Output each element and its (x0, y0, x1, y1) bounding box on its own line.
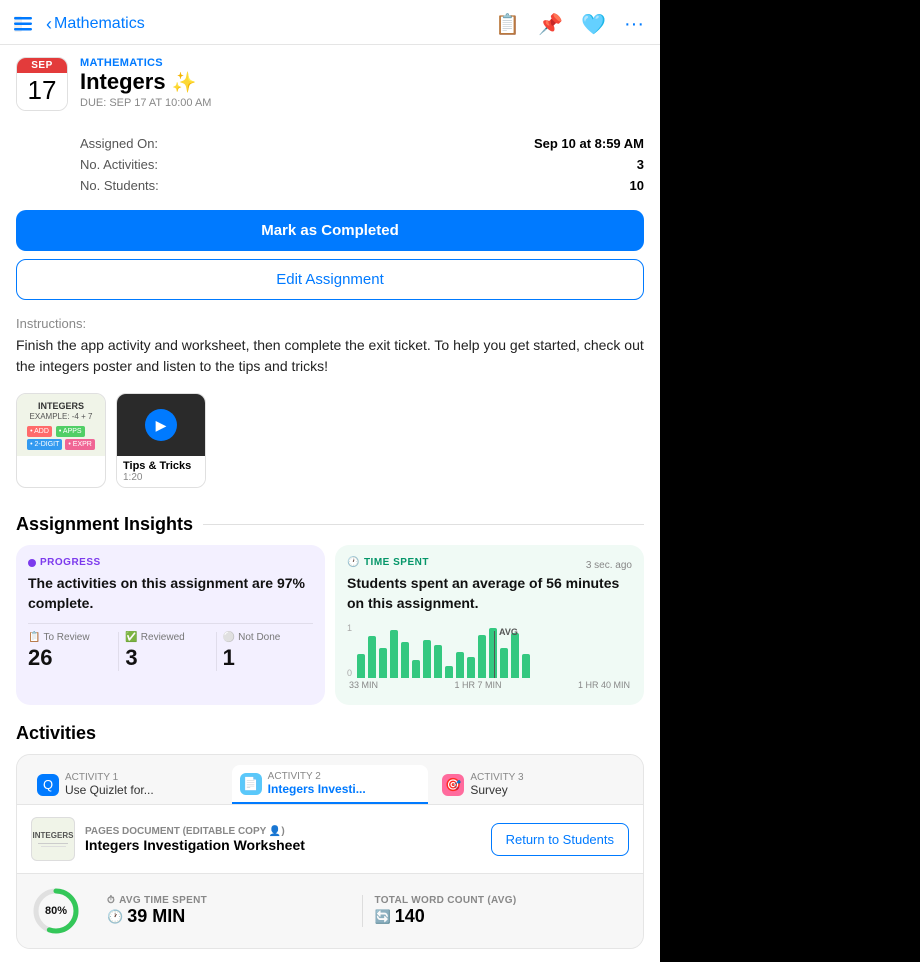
calendar-icon: SEP 17 (16, 57, 68, 111)
doc-name: Integers Investigation Worksheet (85, 837, 481, 853)
meta-info: Assigned On: Sep 10 at 8:59 AM No. Activ… (64, 123, 660, 202)
time-badge: 🕐 TIME SPENT (347, 557, 429, 568)
pages-icon: 📄 (240, 773, 262, 795)
not-done-stat: ⚪ Not Done 1 (217, 632, 313, 671)
progress-stats: 📋 To Review 26 ✅ Reviewed 3 ⚪ Not Done (28, 623, 313, 671)
students-row: No. Students: 10 (80, 175, 644, 196)
back-label: Mathematics (54, 15, 145, 33)
top-bar: ‹ Mathematics 📋 📌 🩵 ··· (0, 0, 660, 45)
quizlet-icon: Q (37, 774, 59, 796)
clock-small-icon: ⏱ (107, 895, 115, 906)
progress-badge: PROGRESS (28, 557, 313, 568)
instructions-label: Instructions: (16, 316, 644, 331)
activities-title: Activities (16, 717, 644, 754)
assigned-on-label: Assigned On: (80, 136, 158, 151)
activities-section: Activities Q ACTIVITY 1 Use Quizlet for.… (0, 717, 660, 961)
tips-tricks-duration: 1:20 (123, 472, 199, 483)
progress-card: PROGRESS The activities on this assignme… (16, 545, 325, 705)
avg-time-val: 🕐 39 MIN (107, 906, 350, 927)
progress-dot (28, 559, 36, 567)
to-review-val: 26 (28, 645, 112, 671)
assignment-title-block: MATHEMATICS Integers ✨ DUE: SEP 17 AT 10… (80, 57, 644, 109)
divider (203, 524, 644, 525)
not-done-val: 1 (223, 645, 307, 671)
reviewed-val: 3 (125, 645, 209, 671)
sparkle-icon: ✨ (172, 70, 197, 95)
insights-title: Assignment Insights (16, 514, 193, 535)
progress-text: The activities on this assignment are 97… (28, 574, 313, 613)
time-chart: 1 0 AVG 33 MIN 1 HR 7 MIN 1 HR 40 MIN (347, 623, 632, 693)
avg-label: AVG (499, 627, 518, 637)
reviewed-icon: ✅ (125, 632, 137, 643)
tab-activity-3[interactable]: 🎯 ACTIVITY 3 Survey (434, 765, 631, 804)
activities-label: No. Activities: (80, 157, 158, 172)
integers-poster-thumb[interactable]: INTEGERS EXAMPLE: -4 + 7 • ADD • APPS • … (16, 393, 106, 488)
heart-icon[interactable]: 🩵 (581, 12, 606, 37)
more-options-icon[interactable]: ··· (624, 13, 644, 36)
activities-row: No. Activities: 3 (80, 154, 644, 175)
play-icon: ▶ (145, 409, 177, 441)
to-review-stat: 📋 To Review 26 (28, 632, 119, 671)
sidebar-toggle-button[interactable] (10, 10, 38, 38)
word-count-icon: 🔄 (375, 909, 391, 925)
word-count-block: TOTAL WORD COUNT (AVG) 🔄 140 (363, 895, 630, 927)
assignment-name: Integers ✨ (80, 69, 644, 95)
activities-value: 3 (637, 157, 644, 172)
tips-tricks-title: Tips & Tricks (123, 460, 199, 472)
poster-image: INTEGERS EXAMPLE: -4 + 7 • ADD • APPS • … (17, 394, 105, 456)
donut-label: 80% (45, 905, 67, 917)
activities-card: Q ACTIVITY 1 Use Quizlet for... 📄 ACTIVI… (16, 754, 644, 949)
time-text: Students spent an average of 56 minutes … (347, 574, 632, 613)
insights-cards: PROGRESS The activities on this assignme… (0, 545, 660, 717)
chevron-left-icon: ‹ (46, 14, 52, 35)
clock-icon-small: 🕐 (107, 909, 123, 925)
avg-line (494, 631, 495, 678)
back-button[interactable]: ‹ Mathematics (46, 14, 145, 35)
completion-donut: 80% (31, 886, 81, 936)
instructions-text: Finish the app activity and worksheet, t… (16, 335, 644, 377)
to-review-icon: 📋 (28, 632, 40, 643)
document-row: INTEGERS PAGES DOCUMENT (EDITABLE COPY 👤… (17, 804, 643, 873)
survey-icon: 🎯 (442, 774, 464, 796)
word-count-val: 🔄 140 (375, 906, 618, 927)
doc-thumbnail: INTEGERS (31, 817, 75, 861)
video-preview: ▶ (117, 394, 205, 456)
return-to-students-button[interactable]: Return to Students (491, 823, 629, 856)
tips-tricks-thumb[interactable]: ▶ Tips & Tricks 1:20 (116, 393, 206, 488)
cal-day: 17 (17, 73, 67, 110)
cal-month: SEP (17, 58, 67, 73)
assigned-on-value: Sep 10 at 8:59 AM (534, 136, 644, 151)
insights-section-header: Assignment Insights (0, 504, 660, 545)
tab-activity-2[interactable]: 📄 ACTIVITY 2 Integers Investi... (232, 765, 429, 804)
assigned-on-row: Assigned On: Sep 10 at 8:59 AM (80, 133, 644, 154)
activity-tabs: Q ACTIVITY 1 Use Quizlet for... 📄 ACTIVI… (17, 755, 643, 804)
reviewed-stat: ✅ Reviewed 3 (119, 632, 216, 671)
activity-stats-row: 80% ⏱ AVG TIME SPENT 🕐 39 MIN TOTAL WORD… (17, 873, 643, 948)
instructions-section: Instructions: Finish the app activity an… (0, 312, 660, 389)
right-panel (660, 0, 920, 962)
clipboard-icon[interactable]: 📋 (495, 12, 520, 37)
doc-info: PAGES DOCUMENT (EDITABLE COPY 👤) Integer… (85, 826, 481, 853)
clock-icon: 🕐 (347, 557, 360, 568)
avg-time-block: ⏱ AVG TIME SPENT 🕐 39 MIN (95, 895, 363, 927)
students-label: No. Students: (80, 178, 159, 193)
not-done-icon: ⚪ (223, 632, 235, 643)
toolbar-icons: 📋 📌 🩵 ··· (495, 12, 644, 37)
mark-complete-button[interactable]: Mark as Completed (16, 210, 644, 251)
due-date: DUE: SEP 17 AT 10:00 AM (80, 97, 644, 109)
doc-type: PAGES DOCUMENT (EDITABLE COPY 👤) (85, 826, 481, 837)
subject-label: MATHEMATICS (80, 57, 644, 69)
time-ago: 3 sec. ago (586, 560, 632, 571)
assignment-header: SEP 17 MATHEMATICS Integers ✨ DUE: SEP 1… (0, 45, 660, 123)
students-value: 10 (630, 178, 644, 193)
action-buttons: Mark as Completed Edit Assignment (0, 202, 660, 312)
tab-activity-1[interactable]: Q ACTIVITY 1 Use Quizlet for... (29, 765, 226, 804)
edit-assignment-button[interactable]: Edit Assignment (16, 259, 644, 300)
chart-axis: 33 MIN 1 HR 7 MIN 1 HR 40 MIN (347, 680, 632, 690)
thumbnails-row: INTEGERS EXAMPLE: -4 + 7 • ADD • APPS • … (0, 389, 660, 504)
time-card: 🕐 TIME SPENT 3 sec. ago Students spent a… (335, 545, 644, 705)
pin-icon[interactable]: 📌 (538, 12, 563, 37)
